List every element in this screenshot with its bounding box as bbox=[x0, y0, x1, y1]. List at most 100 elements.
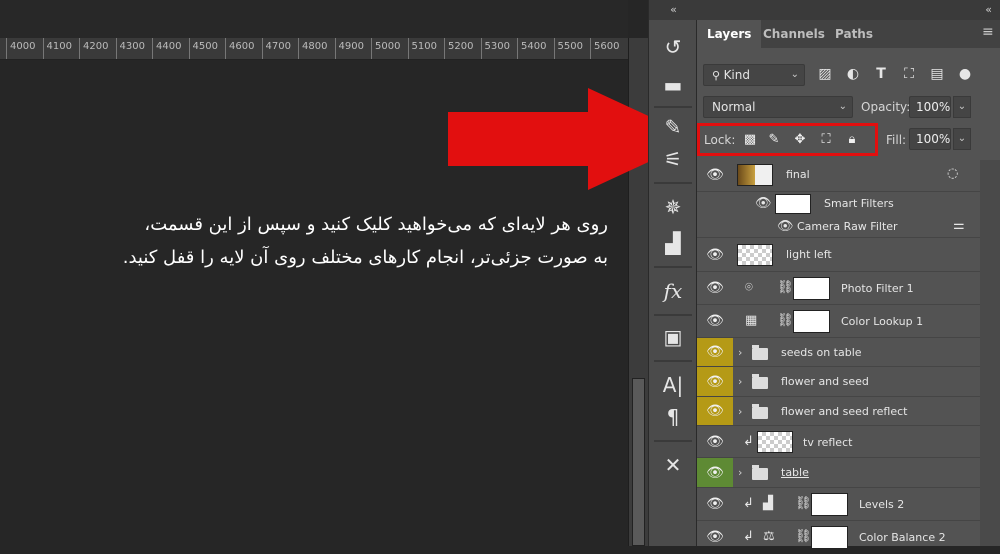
scrollbar-thumb[interactable] bbox=[632, 378, 645, 546]
chevron-right-icon[interactable]: › bbox=[738, 405, 742, 418]
layer-thumbnail bbox=[757, 431, 793, 453]
histogram-icon[interactable]: ▟ bbox=[656, 226, 690, 260]
eye-icon[interactable]: 👁︎ bbox=[697, 338, 733, 366]
strip-divider bbox=[654, 360, 692, 362]
smart-filters-row[interactable]: 👁︎ Smart Filters bbox=[697, 192, 980, 214]
filter-adjustment-icon[interactable]: ◐ bbox=[843, 64, 863, 84]
layer-mask-thumbnail bbox=[793, 310, 830, 333]
opacity-chevron-icon[interactable]: ⌄ bbox=[953, 96, 971, 118]
chevron-down-icon: ⌄ bbox=[838, 101, 847, 112]
strip-divider bbox=[654, 266, 692, 268]
layer-name: tv reflect bbox=[803, 436, 853, 449]
opacity-label: Opacity: bbox=[861, 100, 911, 114]
layer-name: flower and seed reflect bbox=[781, 405, 908, 418]
eye-icon[interactable]: 👁︎ bbox=[697, 426, 733, 457]
chevron-right-icon[interactable]: › bbox=[738, 375, 742, 388]
filter-options-icon[interactable]: ⚌ bbox=[953, 218, 965, 233]
panel-menu-icon[interactable]: ≡ bbox=[982, 25, 994, 39]
filter-type-icon[interactable]: T bbox=[871, 64, 891, 84]
brush-settings-icon[interactable]: ✎ bbox=[656, 110, 690, 144]
navigator-wheel-icon[interactable]: ✵ bbox=[656, 190, 690, 224]
layers-list: 👁︎ final ◌ 👁︎ Smart Filters 👁︎ Camera Ra… bbox=[697, 158, 1000, 549]
canvas-top-area bbox=[0, 0, 628, 38]
clipping-mask-icon: ↲ bbox=[743, 434, 754, 449]
eye-icon[interactable]: 👁︎ bbox=[697, 458, 733, 487]
filter-shape-icon[interactable]: ⛶ bbox=[899, 64, 919, 84]
ruler-tick: 4000 bbox=[5, 38, 36, 59]
fill-field[interactable]: 100% bbox=[909, 128, 951, 150]
smart-filter-icon[interactable]: ◌ bbox=[947, 166, 958, 181]
folder-icon bbox=[752, 345, 768, 360]
caption-line-1: روی هر لایه‌ای که می‌خواهید کلیک کنید و … bbox=[144, 214, 608, 235]
chain-link-icon[interactable]: ⛓︎ bbox=[795, 496, 812, 511]
chain-link-icon[interactable]: ⛓︎ bbox=[777, 280, 794, 295]
fx-styles-icon[interactable]: fx bbox=[656, 274, 690, 308]
blend-mode-select[interactable]: Normal ⌄ bbox=[703, 96, 853, 118]
layer-row-flower-and-seed-reflect[interactable]: 👁︎ › flower and seed reflect bbox=[697, 397, 980, 426]
layer-mask-thumbnail bbox=[793, 277, 830, 300]
ruler-tick: 4100 bbox=[42, 38, 72, 59]
adjustments-icon[interactable]: ⚟ bbox=[656, 142, 690, 176]
eye-icon[interactable]: 👁︎ bbox=[697, 397, 733, 425]
eye-icon[interactable]: 👁︎ bbox=[697, 272, 733, 304]
filter-toggle-icon[interactable]: ● bbox=[955, 64, 975, 84]
ruler-tick: 5500 bbox=[553, 38, 583, 59]
filter-pixel-icon[interactable]: ▨ bbox=[815, 64, 835, 84]
layer-row-color-lookup[interactable]: 👁︎ ▦ ⛓︎ Color Lookup 1 bbox=[697, 305, 980, 338]
strip-divider bbox=[654, 314, 692, 316]
comment-icon[interactable]: ▬ bbox=[656, 68, 690, 102]
camera-adjustment-icon: ⌾ bbox=[745, 280, 753, 295]
camera-raw-filter-row[interactable]: 👁︎ Camera Raw Filter ⚌ bbox=[697, 214, 980, 238]
layer-row-levels[interactable]: 👁︎ ↲ ▟ ⛓︎ Levels 2 bbox=[697, 488, 980, 521]
tab-channels[interactable]: Channels bbox=[753, 20, 835, 48]
balance-adjustment-icon: ⚖︎ bbox=[763, 529, 775, 544]
layer-row-final[interactable]: 👁︎ final ◌ bbox=[697, 158, 980, 192]
layer-thumbnail bbox=[737, 164, 773, 186]
ruler-tick: 4700 bbox=[261, 38, 291, 59]
chevron-right-icon[interactable]: › bbox=[738, 466, 742, 479]
ruler-tick: 4300 bbox=[115, 38, 145, 59]
tab-layers[interactable]: Layers bbox=[697, 20, 762, 48]
image-icon[interactable]: ▣ bbox=[656, 320, 690, 354]
layer-row-seeds-on-table[interactable]: 👁︎ › seeds on table bbox=[697, 338, 980, 367]
ruler-tick: 5400 bbox=[516, 38, 547, 59]
eye-icon[interactable]: 👁︎ bbox=[697, 158, 733, 191]
layer-row-color-balance[interactable]: 👁︎ ↲ ⚖︎ ⛓︎ Color Balance 2 bbox=[697, 521, 980, 549]
history-icon[interactable]: ↺ bbox=[656, 30, 690, 64]
ruler-tick: 5200 bbox=[443, 38, 474, 59]
layer-row-tv-reflect[interactable]: 👁︎ ↲ tv reflect bbox=[697, 426, 980, 458]
opacity-field[interactable]: 100% bbox=[909, 96, 951, 118]
filter-kind-label: Kind bbox=[723, 68, 750, 82]
filter-smart-object-icon[interactable]: ▤ bbox=[927, 64, 947, 84]
tab-paths[interactable]: Paths bbox=[825, 20, 883, 48]
layer-name: seeds on table bbox=[781, 346, 862, 359]
layer-row-table[interactable]: 👁︎ › table bbox=[697, 458, 980, 488]
horizontal-ruler: 4000 4100 4200 4300 4400 4500 4600 4700 4800 4900… bbox=[0, 38, 628, 60]
tools-icon[interactable]: ✕ bbox=[656, 448, 690, 482]
collapse-icon[interactable]: « bbox=[649, 0, 698, 20]
eye-icon[interactable]: 👁︎ bbox=[697, 367, 733, 396]
layer-row-flower-and-seed[interactable]: 👁︎ › flower and seed bbox=[697, 367, 980, 397]
layers-scrollbar[interactable] bbox=[980, 160, 1000, 546]
eye-icon[interactable]: 👁︎ bbox=[697, 238, 733, 271]
strip-divider bbox=[654, 182, 692, 184]
collapse-panel-icon[interactable]: « bbox=[697, 0, 1000, 20]
ruler-tick: 4800 bbox=[297, 38, 328, 59]
character-icon[interactable]: A| bbox=[656, 368, 690, 402]
layer-row-light-left[interactable]: 👁︎ light left bbox=[697, 238, 980, 272]
caption-line-2: به صورت جزئی‌تر، انجام کارهای مختلف روی … bbox=[122, 247, 608, 268]
eye-icon[interactable]: 👁︎ bbox=[697, 488, 733, 520]
eye-icon[interactable]: 👁︎ bbox=[777, 219, 794, 234]
ruler-tick: 4600 bbox=[224, 38, 255, 59]
levels-adjustment-icon: ▟ bbox=[763, 496, 773, 511]
eye-icon[interactable]: 👁︎ bbox=[697, 521, 733, 546]
chain-link-icon[interactable]: ⛓︎ bbox=[795, 529, 812, 544]
filter-kind-select[interactable]: ⚲ Kind ⌄ bbox=[703, 64, 805, 86]
fill-chevron-icon[interactable]: ⌄ bbox=[953, 128, 971, 150]
chevron-right-icon[interactable]: › bbox=[738, 346, 742, 359]
eye-icon[interactable]: 👁︎ bbox=[755, 196, 772, 211]
chain-link-icon[interactable]: ⛓︎ bbox=[777, 313, 794, 328]
eye-icon[interactable]: 👁︎ bbox=[697, 305, 733, 337]
paragraph-icon[interactable]: ¶ bbox=[656, 400, 690, 434]
layer-row-photo-filter[interactable]: 👁︎ ⌾ ⛓︎ Photo Filter 1 bbox=[697, 272, 980, 305]
